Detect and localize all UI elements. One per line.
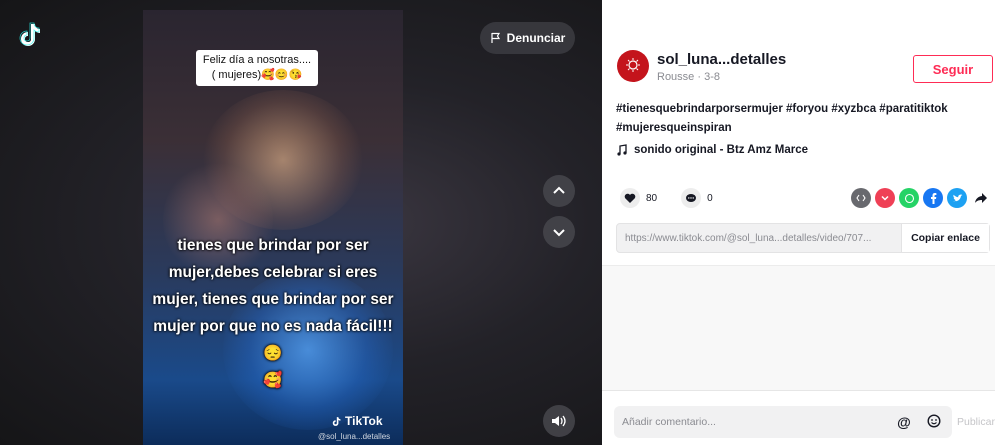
- caption-line-2: ( mujeres)🥰😊😘: [211, 69, 303, 81]
- embed-icon[interactable]: [851, 188, 871, 208]
- comment-icon: [681, 188, 702, 208]
- engagement-stats: 80 0: [620, 188, 737, 208]
- chevron-up-icon: [553, 186, 565, 194]
- share-icons: [851, 188, 991, 208]
- share-link-box: https://www.tiktok.com/@sol_luna...detal…: [616, 223, 990, 253]
- facebook-icon[interactable]: [923, 188, 943, 208]
- avatar[interactable]: [617, 50, 649, 82]
- next-video-button[interactable]: [543, 216, 575, 248]
- pocket-icon[interactable]: [875, 188, 895, 208]
- watermark-label: TikTok: [345, 414, 383, 428]
- tiktok-video-page: Denunciar Feliz día a nosotras.... ( muj…: [0, 0, 995, 445]
- publish-button[interactable]: Publicar: [957, 416, 995, 428]
- watermark-username: @sol_luna...detalles: [318, 432, 391, 441]
- music-link[interactable]: sonido original - Btz Amz Marce: [616, 144, 808, 156]
- video-caption-sticker: Feliz día a nosotras.... ( mujeres)🥰😊😘: [196, 50, 318, 86]
- like-count: 80: [646, 192, 658, 204]
- report-button[interactable]: Denunciar: [480, 22, 575, 54]
- author-username[interactable]: sol_luna...detalles: [657, 51, 786, 68]
- previous-video-button[interactable]: [543, 175, 575, 207]
- share-link-url[interactable]: https://www.tiktok.com/@sol_luna...detal…: [617, 233, 901, 244]
- video-description: #tienesquebrindarporsermujer #foryou #xy…: [616, 103, 948, 134]
- caption-line-1: Feliz día a nosotras....: [202, 54, 312, 66]
- comment-placeholder: Añadir comentario...: [622, 416, 716, 428]
- like-stat[interactable]: 80: [620, 188, 657, 208]
- speaker-icon: [552, 415, 566, 427]
- comments-list: [602, 265, 995, 390]
- emoji-icon[interactable]: [922, 413, 946, 431]
- chevron-down-icon: [553, 229, 565, 237]
- follow-button[interactable]: Seguir: [913, 55, 993, 83]
- comment-count: 0: [707, 192, 713, 204]
- mention-icon[interactable]: @: [892, 414, 916, 430]
- report-label: Denunciar: [506, 31, 566, 45]
- tiktok-watermark: TikTok: [330, 414, 383, 428]
- volume-button[interactable]: [543, 405, 575, 437]
- tiktok-watermark-icon: [332, 416, 341, 426]
- overlay-text-main: tienes que brindar por ser mujer,debes c…: [152, 237, 394, 362]
- overlay-emoji: 🥰: [263, 372, 283, 389]
- comment-input[interactable]: Añadir comentario... @: [614, 406, 952, 438]
- comment-stat[interactable]: 0: [681, 188, 713, 208]
- music-note-icon: [617, 144, 627, 156]
- whatsapp-icon[interactable]: [899, 188, 919, 208]
- heart-icon: [620, 188, 640, 208]
- forward-icon[interactable]: [971, 188, 991, 208]
- video-info-panel: sol_luna...detalles Rousse · 3-8 Seguir …: [602, 0, 995, 445]
- video-overlay-text: tienes que brindar por ser mujer,debes c…: [150, 232, 396, 394]
- author-subline: Rousse · 3-8: [657, 71, 720, 83]
- music-label: sonido original - Btz Amz Marce: [634, 144, 809, 156]
- sun-moon-logo-icon: [626, 58, 640, 72]
- twitter-icon[interactable]: [947, 188, 967, 208]
- tiktok-logo-icon[interactable]: [14, 20, 44, 50]
- video-panel: Denunciar Feliz día a nosotras.... ( muj…: [0, 0, 602, 445]
- copy-link-button[interactable]: Copiar enlace: [901, 224, 989, 252]
- flag-icon: [491, 32, 500, 43]
